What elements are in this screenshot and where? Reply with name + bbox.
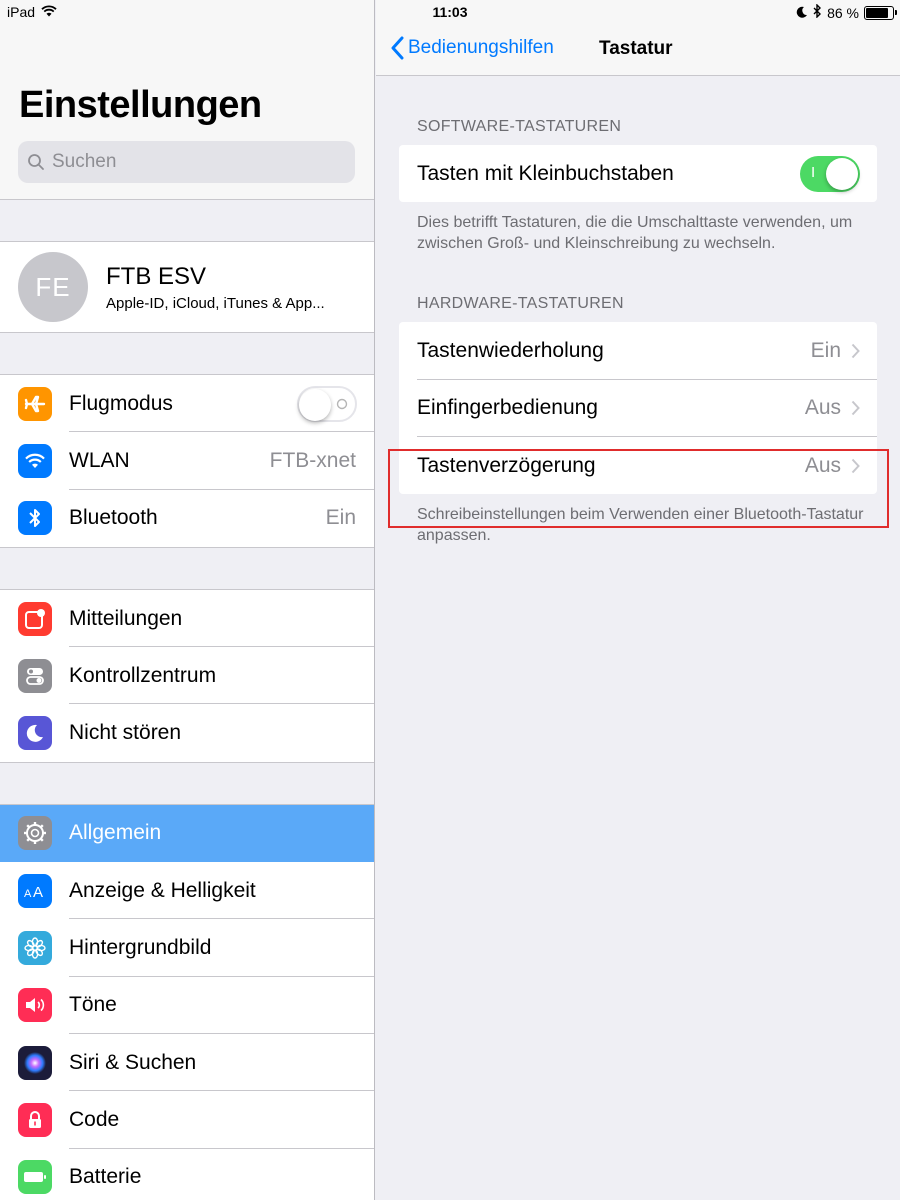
sidebar-item-flugmodus[interactable]: Flugmodus (0, 375, 374, 433)
sidebar-item-hintergrundbild[interactable]: Hintergrundbild (0, 919, 374, 977)
sticky-keys-value: Aus (804, 396, 841, 420)
chevron-left-icon (391, 36, 404, 60)
toggle-on-mark: I (811, 163, 816, 181)
sidebar-item-label: Kontrollzentrum (69, 663, 217, 687)
profile-group: FE FTB ESV Apple-ID, iCloud, iTunes & Ap… (0, 241, 374, 333)
sidebar-item-label: Mitteilungen (69, 606, 183, 630)
sidebar-item-mitteilungen[interactable]: Mitteilungen (0, 590, 374, 648)
software-section-footer: Dies betrifft Tastaturen, die die Umscha… (417, 214, 853, 253)
speaker-icon (18, 988, 52, 1023)
key-repeat-row[interactable]: Tastenwiederholung Ein (399, 322, 877, 380)
notifications-icon (18, 601, 52, 636)
toggle-knob (299, 388, 331, 421)
sidebar-item-label: Siri & Suchen (69, 1050, 197, 1074)
sidebar-item-allgemein[interactable]: Allgemein (0, 804, 374, 863)
sidebar-item-wlan[interactable]: WLAN FTB-xnet (0, 432, 374, 490)
key-repeat-label: Tastenwiederholung (417, 338, 604, 362)
hardware-keyboards-group: Tastenwiederholung Ein Einfingerbedienun… (399, 322, 877, 495)
sidebar-item-nicht-stoeren[interactable]: Nicht stören (0, 704, 374, 761)
sticky-keys-label: Einfingerbedienung (417, 396, 598, 420)
sidebar-item-batterie[interactable]: Batterie (0, 1149, 374, 1200)
airplane-icon (18, 386, 52, 421)
settings-sidebar: Einstellungen Suchen FE FTB ESV Apple-ID… (0, 0, 375, 1200)
moon-status-icon (796, 5, 808, 21)
airplane-mode-toggle[interactable] (297, 385, 357, 422)
bluetooth-value: Ein (325, 506, 356, 530)
key-repeat-value: Ein (810, 338, 841, 362)
connectivity-group: Flugmodus WLAN FTB-xnet Bluetooth Ein (0, 374, 374, 548)
lock-icon (18, 1102, 52, 1137)
sidebar-item-toene[interactable]: Töne (0, 977, 374, 1034)
lowercase-keys-label: Tasten mit Kleinbuchstaben (417, 161, 674, 185)
profile-name: FTB ESV (106, 262, 207, 290)
battery-status-icon (864, 5, 897, 20)
slow-keys-value: Aus (804, 453, 841, 477)
bluetooth-status-icon (813, 3, 822, 21)
apple-id-profile-row[interactable]: FE FTB ESV Apple-ID, iCloud, iTunes & Ap… (0, 242, 374, 332)
search-placeholder: Suchen (52, 151, 117, 172)
sidebar-item-kontrollzentrum[interactable]: Kontrollzentrum (0, 647, 374, 705)
gear-icon (18, 816, 52, 851)
sidebar-item-label: Hintergrundbild (69, 936, 212, 960)
sidebar-item-label: Flugmodus (69, 391, 173, 415)
back-button[interactable]: Bedienungshilfen (390, 36, 554, 60)
sidebar-item-label: Code (69, 1107, 120, 1131)
lowercase-keys-toggle[interactable]: I (800, 155, 860, 192)
sidebar-item-label: Töne (69, 993, 117, 1017)
sidebar-header: Einstellungen Suchen (0, 0, 374, 200)
lowercase-keys-row: Tasten mit Kleinbuchstaben I (399, 145, 877, 202)
status-right: 86 % (796, 3, 897, 21)
text-size-icon: AA (18, 873, 52, 908)
status-time: 11:03 (432, 4, 468, 20)
slow-keys-label: Tastenverzögerung (417, 453, 596, 477)
sidebar-item-code[interactable]: Code (0, 1091, 374, 1149)
back-label: Bedienungshilfen (408, 37, 554, 58)
wifi-icon (18, 443, 52, 478)
sidebar-item-label: Anzeige & Helligkeit (69, 878, 256, 902)
general-group: Allgemein AA Anzeige & Helligkeit Hinter… (0, 803, 374, 1200)
sticky-keys-row[interactable]: Einfingerbedienung Aus (399, 380, 877, 437)
notifications-group: Mitteilungen Kontrollzentrum Nicht störe… (0, 588, 374, 763)
toggle-off-mark (336, 398, 348, 409)
status-bar: iPad 11:03 86 % (0, 0, 900, 26)
sidebar-item-label: Batterie (69, 1165, 142, 1189)
toggle-knob (826, 157, 858, 190)
svg-text:A: A (24, 888, 32, 899)
chevron-right-icon (851, 458, 860, 473)
avatar: FE (18, 252, 88, 322)
keyboard-detail-pane: Bedienungshilfen Tastatur SOFTWARE-TASTA… (376, 0, 900, 1200)
sidebar-item-bluetooth[interactable]: Bluetooth Ein (0, 490, 374, 547)
sidebar-item-label: WLAN (69, 448, 130, 472)
sidebar-item-label: Bluetooth (69, 506, 158, 530)
search-input[interactable]: Suchen (18, 141, 355, 183)
software-section-header: SOFTWARE-TASTATUREN (417, 118, 622, 135)
bluetooth-icon (18, 501, 52, 536)
profile-subtitle: Apple-ID, iCloud, iTunes & App... (106, 294, 325, 312)
battery-level (866, 7, 889, 18)
sidebar-item-siri[interactable]: Siri & Suchen (0, 1034, 374, 1092)
moon-icon (18, 716, 52, 751)
page-title: Einstellungen (19, 84, 262, 126)
software-keyboards-group: Tasten mit Kleinbuchstaben I (399, 145, 877, 203)
battery-icon (18, 1160, 52, 1195)
svg-text:A: A (33, 884, 43, 899)
sidebar-item-label: Nicht stören (69, 721, 182, 745)
slow-keys-row[interactable]: Tastenverzögerung Aus (399, 437, 877, 494)
chevron-right-icon (851, 343, 860, 359)
chevron-right-icon (851, 401, 860, 416)
hardware-section-footer: Schreibeinstellungen beim Verwenden eine… (417, 506, 864, 545)
wlan-value: FTB-xnet (269, 448, 356, 472)
sidebar-item-label: Allgemein (69, 821, 162, 845)
nav-title: Tastatur (599, 38, 673, 59)
battery-percent: 86 % (827, 4, 859, 21)
siri-icon (18, 1045, 52, 1080)
search-icon (28, 154, 44, 170)
hardware-section-header: HARDWARE-TASTATUREN (417, 295, 624, 313)
control-center-icon (18, 658, 52, 693)
sidebar-item-anzeige[interactable]: AA Anzeige & Helligkeit (0, 862, 374, 920)
flower-icon (18, 931, 52, 966)
